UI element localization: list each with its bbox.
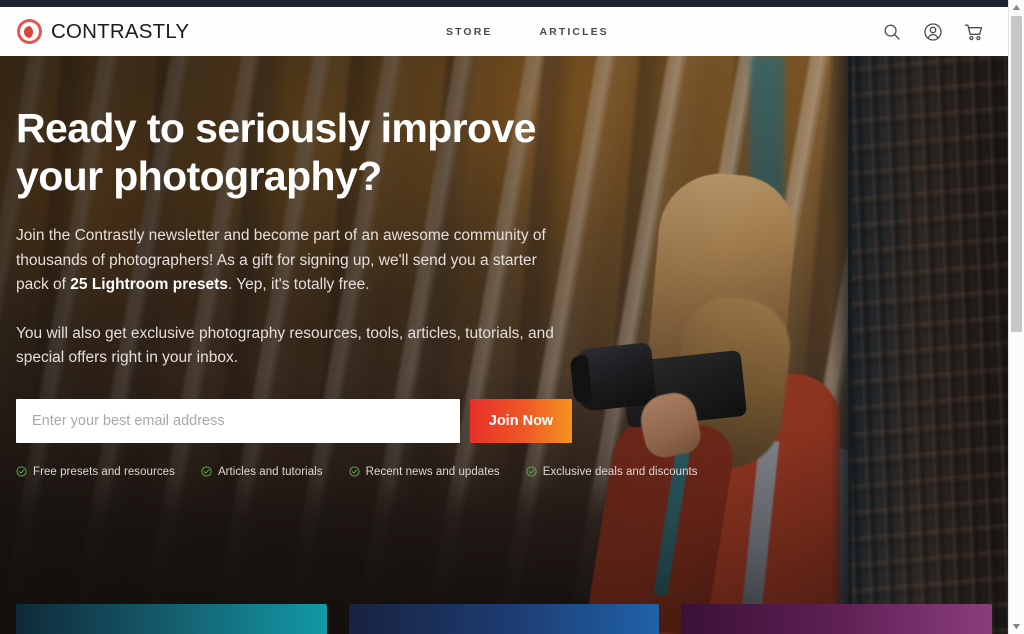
benefit-item-presets: Free presets and resources [16,466,175,478]
benefit-label: Exclusive deals and discounts [542,465,698,478]
scroll-up-arrow-icon[interactable] [1009,0,1024,15]
hero-title: Ready to seriously improve your photogra… [16,105,536,199]
aperture-logo-icon [17,19,42,44]
benefit-list: Free presets and resources Articles and … [16,466,698,478]
benefit-item-articles: Articles and tutorials [201,466,323,478]
search-icon[interactable] [882,22,902,42]
feature-card-strip [0,604,1008,634]
account-icon[interactable] [923,22,943,42]
nav-link-articles[interactable]: ARTICLES [539,26,608,38]
page-root: CONTRASTLY STORE ARTICLES Ready to serio… [0,0,1024,634]
hero-content: Ready to seriously improve your photogra… [16,104,698,478]
circle-check-icon [349,466,360,477]
site-header: CONTRASTLY STORE ARTICLES [0,7,1008,56]
scrollbar-thumb[interactable] [1011,16,1022,332]
main-nav: STORE ARTICLES [446,26,609,38]
signup-form: Join Now [16,398,616,443]
benefit-label: Articles and tutorials [217,465,323,478]
email-input[interactable] [16,398,460,443]
benefit-item-news: Recent news and updates [349,466,500,478]
circle-check-icon [526,466,537,477]
benefit-item-deals: Exclusive deals and discounts [526,466,698,478]
circle-check-icon [201,466,212,477]
hero-section: Ready to seriously improve your photogra… [0,56,1008,634]
hero-paragraph-1-emphasis: 25 Lightroom presets [70,276,228,293]
brand-name: CONTRASTLY [51,19,190,43]
join-now-button[interactable]: Join Now [470,398,572,443]
hero-paragraph-1: Join the Contrastly newsletter and becom… [16,224,572,298]
nav-link-store[interactable]: STORE [446,26,492,38]
hero-paragraph-1-tail: . Yep, it's totally free. [227,276,370,293]
cart-icon[interactable] [964,22,984,42]
header-tools [882,22,984,42]
feature-card-teal[interactable] [16,604,327,634]
circle-check-icon [16,466,27,477]
page-scrollbar[interactable] [1008,0,1024,634]
benefit-label: Recent news and updates [365,465,500,478]
hero-paragraph-2: You will also get exclusive photography … [16,324,554,367]
scroll-down-arrow-icon[interactable] [1009,619,1024,634]
feature-card-purple[interactable] [681,604,993,634]
brand-logo[interactable]: CONTRASTLY [17,19,189,44]
benefit-label: Free presets and resources [33,465,175,478]
feature-card-blue[interactable] [348,604,660,634]
top-bar [0,0,1008,7]
